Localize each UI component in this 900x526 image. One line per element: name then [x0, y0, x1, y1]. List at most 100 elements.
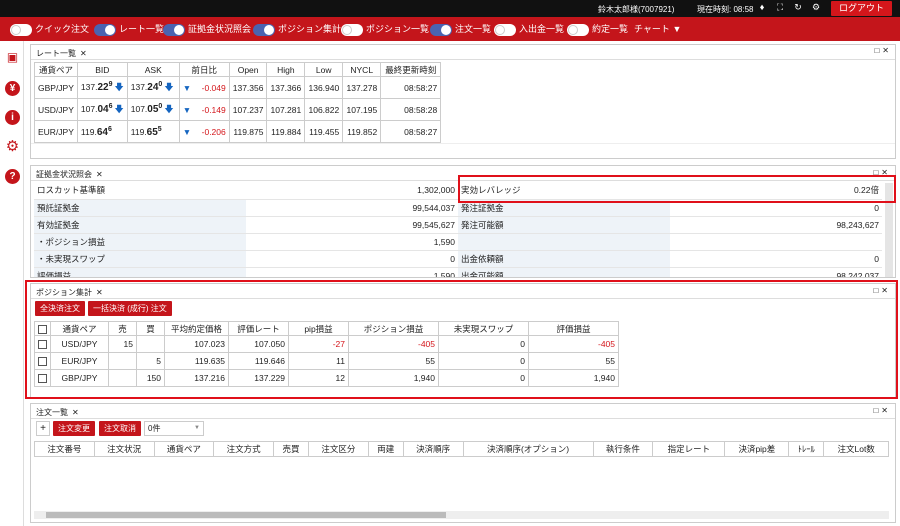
nycl: 119.852 [342, 120, 382, 143]
toggle-margin-status[interactable] [163, 23, 185, 36]
pair: GBP/JPY [34, 76, 78, 99]
rate-row[interactable]: EUR/JPY 119.646 119.655 ▼ -0.206 119.875 … [34, 120, 442, 143]
change: ▼ -0.206 [178, 120, 230, 143]
menu-order-list[interactable]: 注文一覧 [430, 22, 491, 36]
arrow-down-icon: 🡇 [164, 81, 174, 92]
updated-time: 08:58:27 [380, 120, 442, 143]
label-swap: ・未実現スワップ [34, 250, 246, 268]
rate-panel-header: レート一覧 ✕ [31, 45, 895, 60]
ask-price[interactable]: 137.240 🡇 [126, 76, 180, 99]
open: 119.875 [228, 120, 268, 143]
col-status: 注文状況 [93, 441, 155, 457]
value-eval-pl: 1,590 [246, 267, 458, 277]
panel-window-icon[interactable]: □✕ [874, 46, 892, 55]
col-type: 注文区分 [308, 441, 369, 457]
close-icon[interactable]: ✕ [80, 49, 87, 58]
side-bar: ▣ ¥ i ⚙ ? [0, 41, 24, 526]
horizontal-scrollbar[interactable] [34, 511, 889, 519]
menu-execution-list[interactable]: 約定一覧 [567, 22, 628, 36]
rate-table: 通貨ペア BID ASK 前日比 Open High Low NYCL 最終更新… [34, 62, 442, 143]
nycl: 137.278 [342, 76, 382, 99]
logout-button[interactable]: ログアウト [830, 1, 892, 16]
menu-chart[interactable]: チャート ▼ [634, 22, 681, 36]
gear-icon[interactable]: ⚙ [811, 2, 821, 13]
col-exec-cond: 執行条件 [592, 441, 654, 457]
toggle-rate-list[interactable] [94, 23, 116, 36]
bid-price[interactable]: 137.229 🡇 [76, 76, 128, 99]
col-low: Low [304, 62, 344, 77]
menu-label: ポジション集計 [278, 24, 342, 34]
value-withdraw-request: 0 [670, 250, 882, 268]
menu-label: 証拠金状況照会 [188, 24, 252, 34]
toggle-position-list[interactable] [341, 23, 363, 36]
info-icon[interactable]: i [5, 110, 20, 125]
menu-deposit-list[interactable]: 入出金一覧 [494, 22, 564, 36]
change: ▼ -0.149 [178, 98, 230, 121]
label-position-pl: ・ポジション損益 [34, 233, 246, 251]
menu-label: レート一覧 [119, 24, 165, 34]
gear-icon[interactable]: ⚙ [5, 139, 20, 154]
pair: EUR/JPY [34, 120, 78, 143]
rate-panel: レート一覧 ✕ 通貨ペア BID ASK 前日比 Open High Low NY… [30, 44, 896, 159]
value-position-pl: 1,590 [246, 233, 458, 251]
col-trail: ﾄﾚｰﾙ [788, 441, 825, 457]
col-nycl: NYCL [342, 62, 382, 77]
arrow-down-icon: 🡇 [114, 103, 124, 114]
menu-quick-order[interactable]: クイック注文 [10, 22, 89, 36]
menu-position-list[interactable]: ポジション一覧 [341, 22, 429, 36]
toggle-position-summary[interactable] [253, 23, 275, 36]
value-effective-margin: 99,545,627 [246, 216, 458, 234]
col-ask: ASK [126, 62, 180, 77]
menu-margin-status[interactable]: 証拠金状況照会 [163, 22, 251, 36]
window-controls[interactable]: □✕ [873, 406, 891, 415]
bell-icon[interactable]: ♦ [757, 2, 767, 13]
top-bar: 鈴木太郎様(7007921) 現在時刻: 08:58 ♦ ⛶ ↻ ⚙ ログアウト [0, 0, 900, 17]
col-open: Open [228, 62, 268, 77]
col-order-no: 注文番号 [34, 441, 95, 457]
refresh-icon[interactable]: ↻ [793, 2, 803, 13]
open: 137.356 [228, 76, 268, 99]
menu-rate-list[interactable]: レート一覧 [94, 22, 164, 36]
value-empty [670, 233, 882, 251]
bid-price[interactable]: 107.046 🡇 [76, 98, 128, 121]
label-withdrawable: 出金可能額 [458, 267, 670, 277]
yen-icon[interactable]: ¥ [5, 81, 20, 96]
count-select[interactable]: 0件 ▼ [144, 421, 204, 436]
order-panel-title: 注文一覧 [36, 408, 68, 417]
menu-chart-label: チャート [634, 24, 670, 34]
close-icon[interactable]: ✕ [72, 408, 79, 417]
col-rate: 指定レート [652, 441, 726, 457]
menu-position-summary[interactable]: ポジション集計 [253, 22, 341, 36]
save-icon[interactable]: ▣ [5, 50, 20, 65]
ask-price[interactable]: 119.655 [126, 120, 180, 143]
toggle-deposit-list[interactable] [494, 23, 516, 36]
menu-label: 注文一覧 [455, 24, 492, 34]
col-hedge: 両建 [367, 441, 404, 457]
toggle-order-list[interactable] [430, 23, 452, 36]
high: 107.281 [266, 98, 306, 121]
label-empty [458, 233, 670, 251]
modify-order-button[interactable]: 注文変更 [53, 421, 95, 436]
ask-price[interactable]: 107.050 🡇 [126, 98, 180, 121]
toggle-execution-list[interactable] [567, 23, 589, 36]
col-pair: 通貨ペア [34, 62, 78, 77]
close-icon[interactable]: ✕ [96, 170, 103, 179]
toggle-quick-order[interactable] [10, 23, 32, 36]
rate-row[interactable]: USD/JPY 107.046 🡇 107.050 🡇 ▼ -0.149 107.23… [34, 98, 442, 121]
col-change: 前日比 [178, 62, 230, 77]
label-effective-margin: 有効証拠金 [34, 216, 246, 234]
rate-row[interactable]: GBP/JPY 137.229 🡇 137.240 🡇 ▼ -0.049 137.35… [34, 76, 442, 99]
updated-time: 08:58:28 [380, 98, 442, 121]
arrow-down-icon: 🡇 [164, 103, 174, 114]
open: 107.237 [228, 98, 268, 121]
fullscreen-icon[interactable]: ⛶ [775, 2, 785, 13]
help-icon[interactable]: ? [5, 169, 20, 184]
col-pair: 通貨ペア [153, 441, 215, 457]
menu-label: 入出金一覧 [519, 24, 565, 34]
add-button[interactable]: + [36, 421, 50, 436]
bid-price[interactable]: 119.646 [76, 120, 128, 143]
cancel-order-button[interactable]: 注文取消 [99, 421, 141, 436]
position-highlight [25, 280, 898, 399]
leverage-highlight [458, 175, 896, 203]
current-time: 現在時刻: 08:58 [697, 5, 754, 14]
